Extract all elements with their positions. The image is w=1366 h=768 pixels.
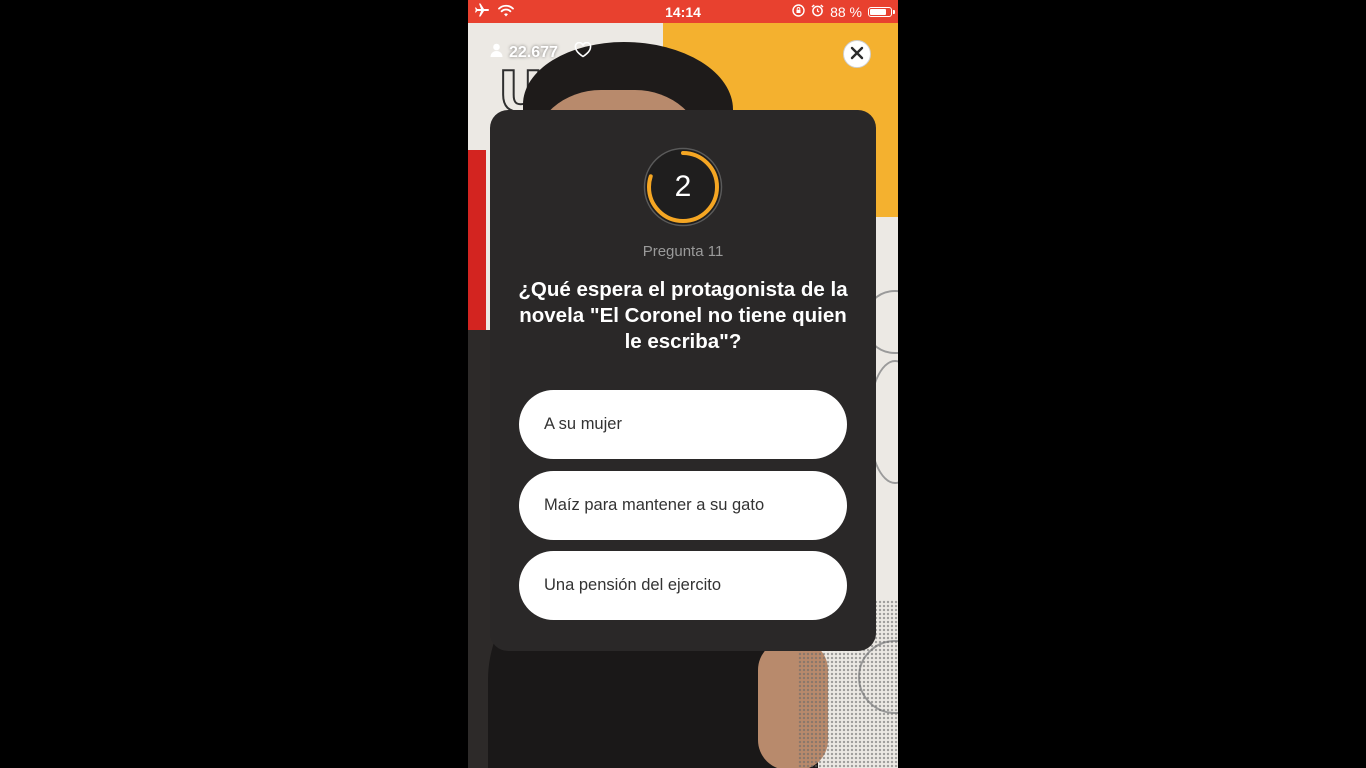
answer-option-2[interactable]: Maíz para mantener a su gato	[519, 471, 847, 540]
viewer-count: 22.677	[509, 43, 558, 61]
countdown-timer: 2	[643, 147, 723, 227]
background-red-panel	[468, 150, 486, 330]
answer-option-label: Maíz para mantener a su gato	[544, 496, 765, 514]
viewer-counter: 22.677	[490, 41, 592, 63]
person-icon	[490, 43, 503, 62]
battery-tip	[893, 10, 895, 14]
countdown-number: 2	[674, 170, 692, 203]
answer-option-label: A su mujer	[544, 415, 622, 433]
battery-percent: 88 %	[830, 4, 862, 20]
close-button[interactable]	[843, 40, 871, 68]
battery-icon	[868, 7, 895, 17]
answer-option-3[interactable]: Una pensión del ejercito	[519, 551, 847, 620]
close-icon	[850, 45, 864, 64]
quiz-card: 2 Pregunta 11 ¿Qué espera el protagonist…	[490, 110, 876, 651]
question-text: ¿Qué espera el protagonista de la novela…	[518, 278, 848, 353]
answer-option-label: Una pensión del ejercito	[544, 576, 722, 594]
question-number: Pregunta 11	[642, 243, 724, 260]
battery-level	[870, 9, 886, 15]
alarm-icon	[811, 4, 824, 20]
status-bar: 14:14 88 %	[468, 0, 898, 23]
orientation-lock-icon	[792, 4, 805, 20]
answer-option-1[interactable]: A su mujer	[519, 390, 847, 459]
status-bar-right: 88 %	[792, 4, 895, 20]
phone-screen: UDY 14:14	[468, 0, 898, 768]
heart-icon[interactable]	[574, 41, 592, 63]
